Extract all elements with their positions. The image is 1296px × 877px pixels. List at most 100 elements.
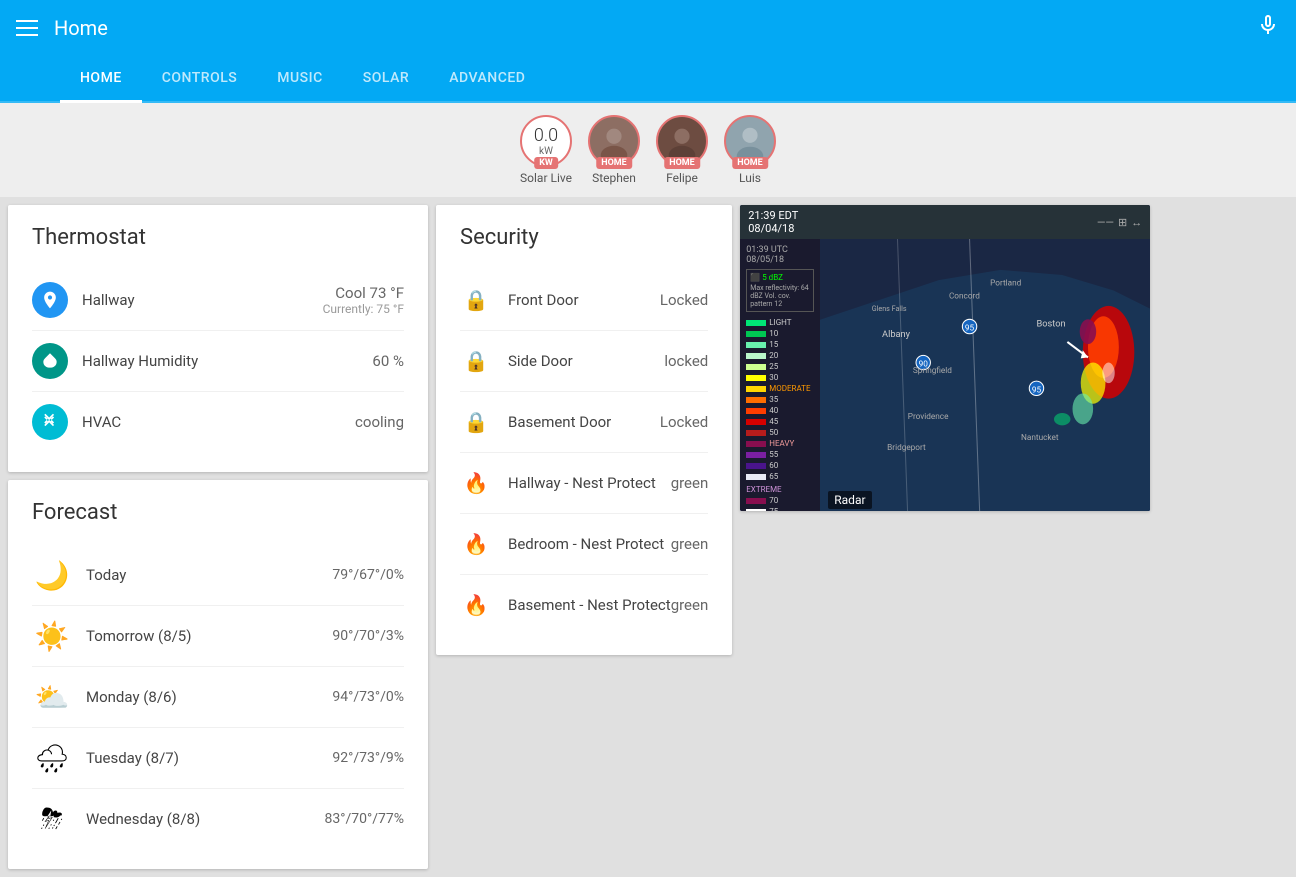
- main-content: Thermostat Hallway Cool 73 °F Currently:…: [0, 197, 1296, 877]
- user-luis[interactable]: HOME Luis: [724, 115, 776, 185]
- svg-text:95: 95: [1032, 385, 1042, 395]
- users-bar: 0.0 kW KW Solar Live HOME Stephen: [0, 103, 1296, 197]
- user-solar[interactable]: 0.0 kW KW Solar Live: [520, 115, 572, 185]
- front-door-status: Locked: [660, 291, 708, 309]
- forecast-day-monday: Monday (8/6): [86, 688, 332, 706]
- lock-icon-basement-door: 🔒: [460, 406, 492, 438]
- user-felipe[interactable]: HOME Felipe: [656, 115, 708, 185]
- svg-text:Providence: Providence: [908, 412, 949, 422]
- forecast-day-tuesday: Tuesday (8/7): [86, 749, 332, 767]
- svg-text:Glens Falls: Glens Falls: [872, 304, 907, 313]
- right-column: 21:39 EDT 08/04/18 ——⊞↔ 01:39 UTC 08/05/…: [740, 205, 1150, 511]
- forecast-title: Forecast: [32, 500, 404, 525]
- tab-home[interactable]: HOME: [60, 56, 142, 103]
- basement-nest-status: green: [671, 596, 709, 614]
- radar-label: Radar: [828, 491, 871, 509]
- security-side-door: 🔒 Side Door locked: [460, 331, 708, 392]
- basement-door-status: Locked: [660, 413, 708, 431]
- radar-header: 21:39 EDT 08/04/18 ——⊞↔: [740, 205, 1150, 239]
- hvac-icon: [32, 404, 68, 440]
- forecast-today: 🌙 Today 79°/67°/0%: [32, 545, 404, 606]
- nest-icon-basement: 🔥: [460, 589, 492, 621]
- thermostat-hallway-row: Hallway Cool 73 °F Currently: 75 °F: [32, 270, 404, 331]
- svg-text:Concord: Concord: [949, 292, 980, 302]
- bedroom-nest-label: Bedroom - Nest Protect: [508, 535, 671, 553]
- hvac-value: cooling: [355, 413, 404, 431]
- front-door-label: Front Door: [508, 291, 660, 309]
- hallway-value: Cool 73 °F Currently: 75 °F: [323, 284, 404, 316]
- hvac-label: HVAC: [82, 413, 355, 431]
- forecast-temps-today: 79°/67°/0%: [332, 567, 404, 583]
- mic-icon[interactable]: [1256, 13, 1280, 43]
- svg-text:Nantucket: Nantucket: [1021, 433, 1059, 443]
- svg-text:95: 95: [965, 324, 975, 334]
- radar-map: 90 95 95 Concord Portland Albany Springf…: [820, 239, 1150, 511]
- humidity-value: 60 %: [372, 352, 404, 370]
- luis-badge: HOME: [732, 157, 768, 169]
- basement-nest-label: Basement - Nest Protect: [508, 596, 671, 614]
- nav-tabs: HOME CONTROLS MUSIC SOLAR ADVANCED: [0, 56, 1296, 103]
- hallway-nest-status: green: [671, 474, 709, 492]
- hallway-nest-label: Hallway - Nest Protect: [508, 474, 671, 492]
- felipe-badge: HOME: [664, 157, 700, 169]
- forecast-tomorrow: ☀️ Tomorrow (8/5) 90°/70°/3%: [32, 606, 404, 667]
- forecast-temps-wednesday: 83°/70°/77%: [325, 811, 404, 827]
- thermostat-title: Thermostat: [32, 225, 404, 250]
- security-basement-door: 🔒 Basement Door Locked: [460, 392, 708, 453]
- svg-text:Portland: Portland: [990, 278, 1022, 288]
- radar-legend: 01:39 UTC 08/05/18 ⬛ 5 dBZ Max reflectiv…: [740, 239, 820, 511]
- hamburger-menu[interactable]: [16, 20, 38, 36]
- humidity-icon: [32, 343, 68, 379]
- thermostat-icon: [32, 282, 68, 318]
- svg-text:Albany: Albany: [882, 329, 911, 340]
- lock-icon-front: 🔒: [460, 284, 492, 316]
- user-stephen[interactable]: HOME Stephen: [588, 115, 640, 185]
- lock-icon-side: 🔒: [460, 345, 492, 377]
- security-front-door: 🔒 Front Door Locked: [460, 270, 708, 331]
- humidity-label: Hallway Humidity: [82, 352, 372, 370]
- radar-time-left: 21:39 EDT 08/04/18: [748, 209, 798, 235]
- stephen-badge: HOME: [596, 157, 632, 169]
- radar-body: 01:39 UTC 08/05/18 ⬛ 5 dBZ Max reflectiv…: [740, 239, 1150, 511]
- tab-controls[interactable]: CONTROLS: [142, 56, 258, 103]
- forecast-temps-monday: 94°/73°/0%: [332, 689, 404, 705]
- app-bar: Home: [0, 0, 1296, 56]
- forecast-day-today: Today: [86, 566, 332, 584]
- security-card: Security 🔒 Front Door Locked 🔒 Side Door…: [436, 205, 732, 655]
- forecast-day-tomorrow: Tomorrow (8/5): [86, 627, 332, 645]
- forecast-icon-monday: ⛅: [32, 677, 72, 717]
- forecast-wednesday: ⛈ Wednesday (8/8) 83°/70°/77%: [32, 789, 404, 849]
- radar-card[interactable]: 21:39 EDT 08/04/18 ——⊞↔ 01:39 UTC 08/05/…: [740, 205, 1150, 511]
- forecast-icon-wednesday: ⛈: [32, 799, 72, 839]
- security-basement-nest: 🔥 Basement - Nest Protect green: [460, 575, 708, 635]
- svg-text:Springfield: Springfield: [913, 366, 952, 376]
- forecast-icon-today: 🌙: [32, 555, 72, 595]
- mid-column: Security 🔒 Front Door Locked 🔒 Side Door…: [436, 205, 732, 655]
- luis-name: Luis: [739, 171, 761, 185]
- svg-text:Boston: Boston: [1037, 319, 1066, 330]
- security-title: Security: [460, 225, 708, 250]
- forecast-icon-tuesday: 🌧: [32, 738, 72, 778]
- thermostat-humidity-row: Hallway Humidity 60 %: [32, 331, 404, 392]
- nest-icon-hallway: 🔥: [460, 467, 492, 499]
- basement-door-label: Basement Door: [508, 413, 660, 431]
- nest-icon-bedroom: 🔥: [460, 528, 492, 560]
- tab-solar[interactable]: SOLAR: [343, 56, 429, 103]
- thermostat-hvac-row: HVAC cooling: [32, 392, 404, 452]
- felipe-name: Felipe: [666, 171, 698, 185]
- forecast-temps-tuesday: 92°/73°/9%: [332, 750, 404, 766]
- forecast-temps-tomorrow: 90°/70°/3%: [332, 628, 404, 644]
- left-column: Thermostat Hallway Cool 73 °F Currently:…: [8, 205, 428, 869]
- svg-text:Bridgeport: Bridgeport: [887, 443, 926, 453]
- solar-badge: KW: [534, 157, 558, 169]
- tab-music[interactable]: MUSIC: [257, 56, 342, 103]
- hallway-label: Hallway: [82, 291, 323, 309]
- security-bedroom-nest: 🔥 Bedroom - Nest Protect green: [460, 514, 708, 575]
- forecast-day-wednesday: Wednesday (8/8): [86, 810, 325, 828]
- forecast-card: Forecast 🌙 Today 79°/67°/0% ☀️ Tomorrow …: [8, 480, 428, 869]
- side-door-status: locked: [664, 352, 708, 370]
- tab-advanced[interactable]: ADVANCED: [429, 56, 545, 103]
- stephen-name: Stephen: [592, 171, 636, 185]
- forecast-icon-tomorrow: ☀️: [32, 616, 72, 656]
- bedroom-nest-status: green: [671, 535, 709, 553]
